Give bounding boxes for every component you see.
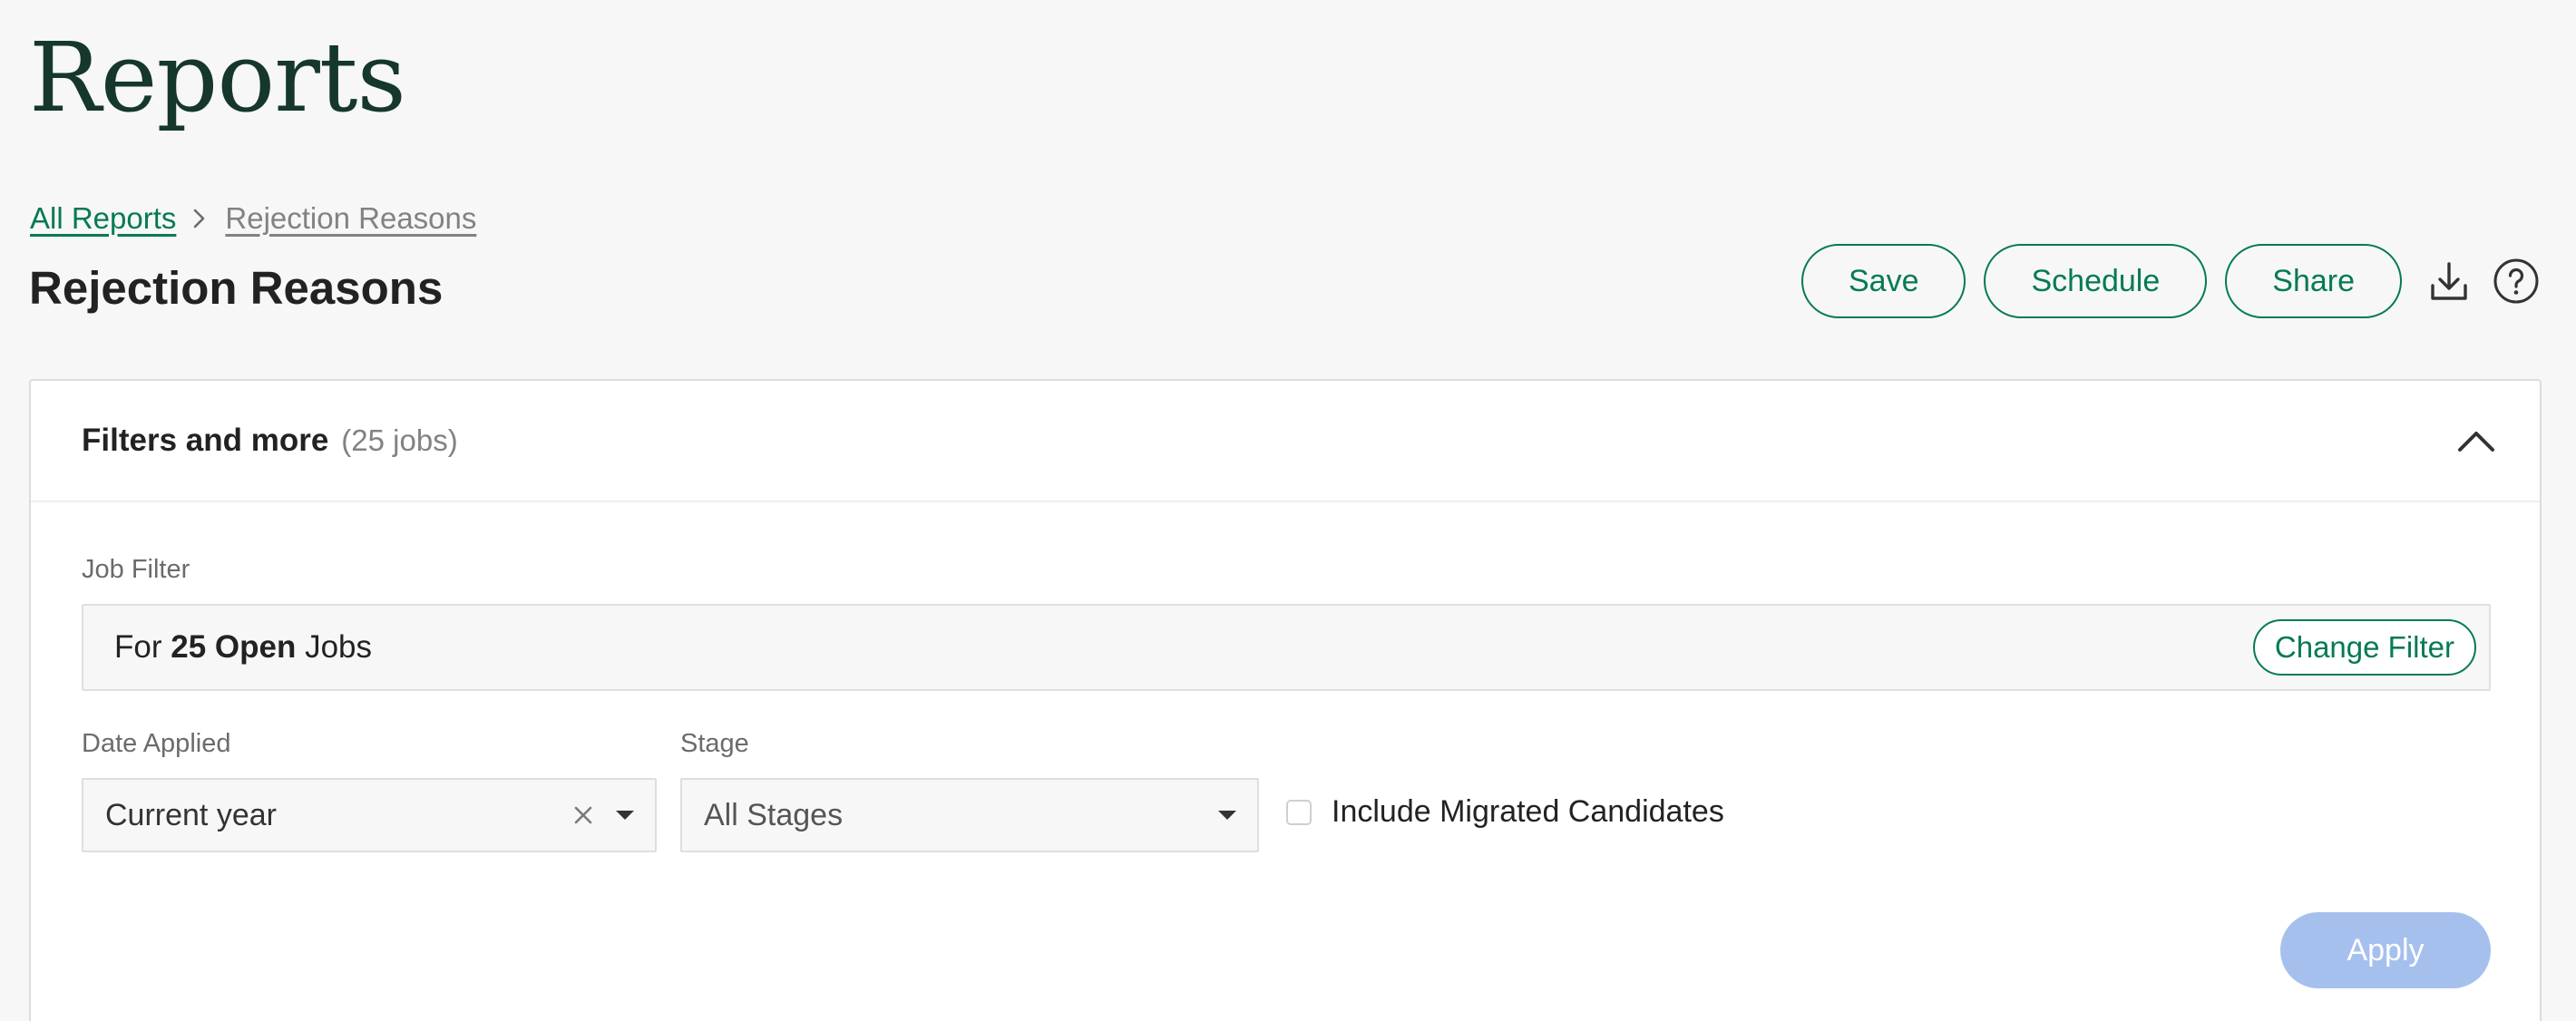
date-applied-value: Current year bbox=[105, 797, 277, 832]
filters-panel: Filters and more (25 jobs) Job Filter Fo… bbox=[29, 379, 2542, 1021]
change-filter-button[interactable]: Change Filter bbox=[2252, 619, 2476, 676]
download-icon[interactable] bbox=[2424, 256, 2474, 306]
schedule-button[interactable]: Schedule bbox=[1984, 244, 2208, 318]
close-icon[interactable] bbox=[573, 805, 593, 825]
share-button[interactable]: Share bbox=[2225, 244, 2402, 318]
include-migrated-label: Include Migrated Candidates bbox=[1332, 794, 1724, 829]
save-button[interactable]: Save bbox=[1800, 244, 1966, 318]
caret-down-icon bbox=[1217, 809, 1237, 822]
stage-label: Stage bbox=[680, 729, 749, 758]
breadcrumb-all-reports-link[interactable]: All Reports bbox=[30, 201, 176, 236]
include-migrated-option[interactable]: Include Migrated Candidates bbox=[1286, 794, 1724, 830]
filters-panel-header[interactable]: Filters and more (25 jobs) bbox=[31, 381, 2540, 502]
filters-title: Filters and more bbox=[82, 423, 329, 458]
filters-job-count: (25 jobs) bbox=[341, 423, 458, 457]
include-migrated-checkbox[interactable] bbox=[1286, 799, 1312, 825]
job-filter-label: Job Filter bbox=[82, 555, 190, 584]
apply-button[interactable]: Apply bbox=[2280, 912, 2491, 988]
stage-select[interactable]: All Stages bbox=[680, 778, 1259, 852]
help-circle-icon[interactable] bbox=[2491, 256, 2542, 306]
caret-down-icon bbox=[615, 809, 635, 822]
date-applied-select[interactable]: Current year bbox=[82, 778, 657, 852]
breadcrumb: All Reports Rejection Reasons bbox=[30, 201, 476, 236]
chevron-up-icon[interactable] bbox=[2456, 427, 2496, 454]
breadcrumb-current-link[interactable]: Rejection Reasons bbox=[225, 201, 476, 236]
chevron-right-icon bbox=[190, 207, 209, 230]
stage-value: All Stages bbox=[704, 797, 844, 832]
job-filter-summary: For 25 Open Jobs bbox=[114, 629, 373, 665]
page-title: Reports bbox=[29, 22, 406, 133]
job-filter-box: For 25 Open Jobs Change Filter bbox=[82, 604, 2491, 691]
date-applied-label: Date Applied bbox=[82, 729, 231, 758]
header-actions: Save Schedule Share bbox=[1800, 244, 2542, 318]
report-title: Rejection Reasons bbox=[29, 262, 444, 314]
